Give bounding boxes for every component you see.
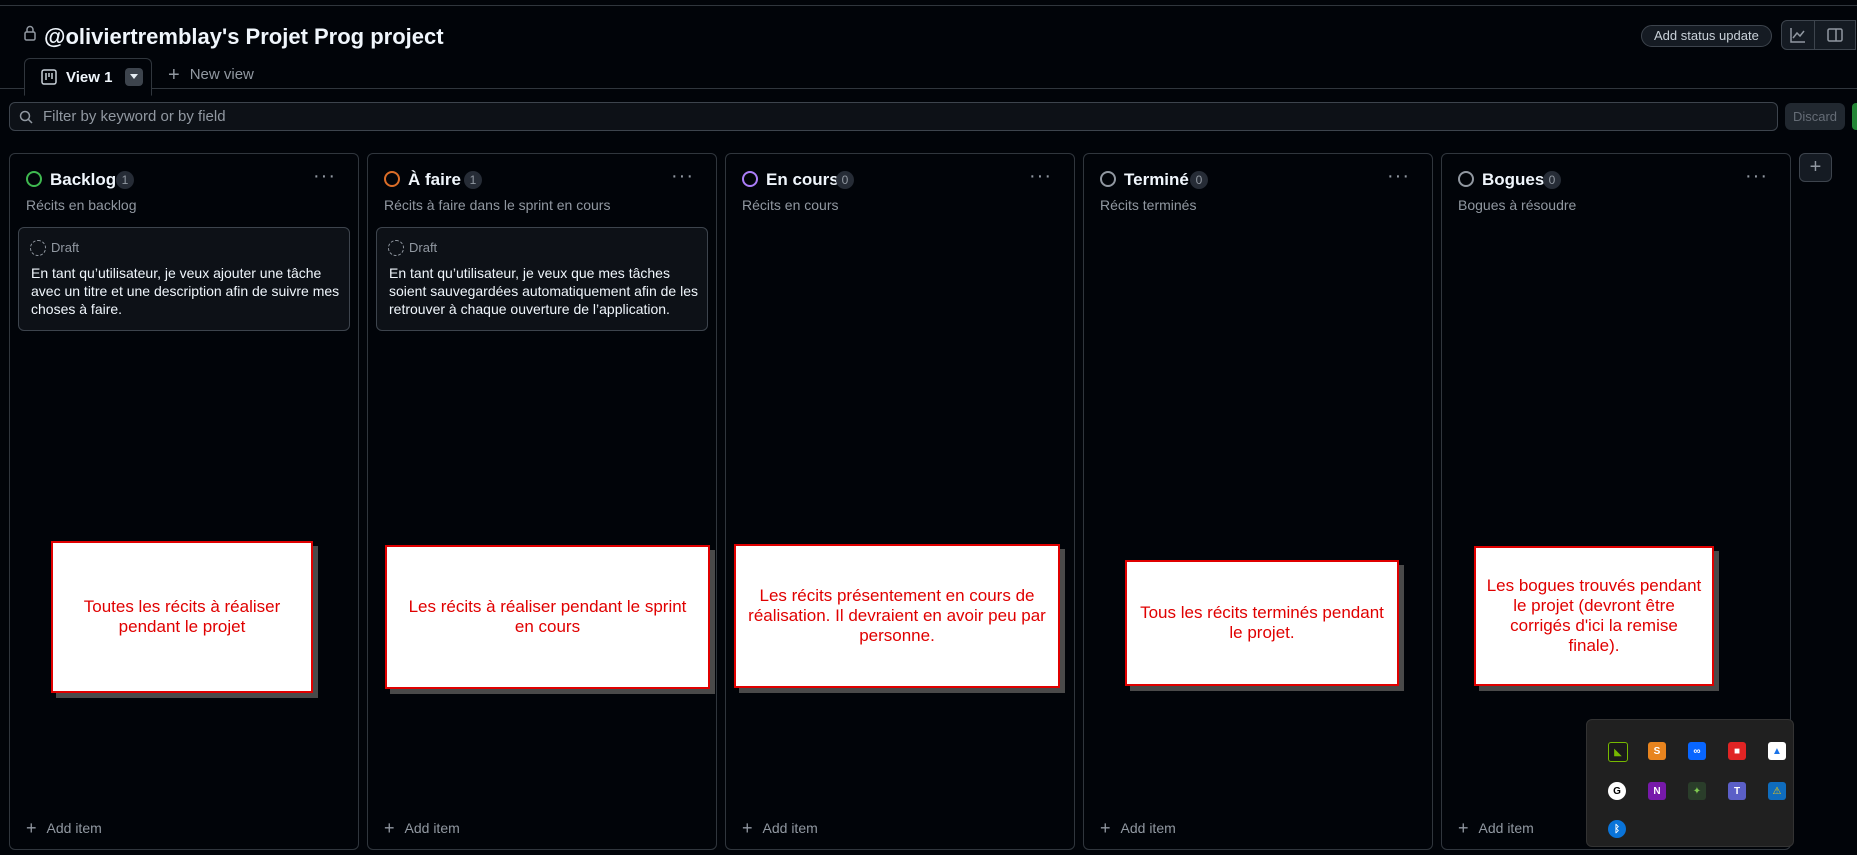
bluetooth-icon[interactable]: ᛒ [1608, 820, 1626, 838]
status-circle-icon [26, 171, 42, 187]
add-status-update-button[interactable]: Add status update [1641, 25, 1772, 47]
add-item-label: Add item [46, 820, 102, 836]
game-icon[interactable]: ✦ [1688, 782, 1706, 800]
column-menu-icon[interactable]: ··· [1029, 165, 1052, 188]
status-circle-icon [742, 171, 758, 187]
meta-icon[interactable]: ∞ [1688, 742, 1706, 760]
new-view-button[interactable]: + New view [168, 63, 254, 86]
project-header: @oliviertremblay's Projet Prog project A… [0, 6, 1857, 96]
annotation-note: Toutes les récits à réaliser pendant le … [51, 541, 313, 693]
add-item-button[interactable]: + Add item [26, 818, 102, 838]
drive-icon[interactable]: ▲ [1768, 742, 1786, 760]
status-circle-icon [384, 171, 400, 187]
draft-card[interactable]: Draft En tant qu’utilisateur, je veux qu… [376, 227, 708, 331]
plus-icon: + [168, 63, 180, 86]
add-item-label: Add item [404, 820, 460, 836]
sublime-icon[interactable]: S [1648, 742, 1666, 760]
tab-label: View 1 [66, 68, 113, 86]
column-description: Récits en cours [742, 197, 839, 213]
column-count: 1 [116, 171, 134, 189]
defender-icon[interactable]: ⚠ [1768, 782, 1786, 800]
logitech-icon[interactable]: G [1608, 782, 1626, 800]
add-item-button[interactable]: + Add item [742, 818, 818, 838]
new-view-label: New view [189, 66, 254, 83]
plus-icon: + [1458, 818, 1469, 838]
draft-label: Draft [409, 240, 438, 255]
add-item-label: Add item [1120, 820, 1176, 836]
column-title: Backlog [50, 170, 117, 189]
add-item-button[interactable]: + Add item [1100, 818, 1176, 838]
column-menu-icon[interactable]: ··· [671, 165, 694, 188]
annotation-note: Les bogues trouvés pendant le projet (de… [1474, 546, 1714, 686]
draft-label: Draft [51, 240, 80, 255]
column-description: Bogues à résoudre [1458, 197, 1577, 213]
stop-icon[interactable]: ■ [1728, 742, 1746, 760]
sidebar-icon [1827, 28, 1843, 42]
column-description: Récits en backlog [26, 197, 137, 213]
add-item-label: Add item [762, 820, 818, 836]
status-circle-icon [1458, 171, 1474, 187]
teams-icon[interactable]: T [1728, 782, 1746, 800]
column-menu-icon[interactable]: ··· [1387, 165, 1410, 188]
status-circle-icon [1100, 171, 1116, 187]
plus-icon: + [384, 818, 395, 838]
project-title[interactable]: @oliviertremblay's Projet Prog project [44, 24, 444, 50]
column-count: 0 [1543, 171, 1561, 189]
card-text[interactable]: En tant qu’utilisateur, je veux que mes … [389, 264, 699, 318]
add-item-button[interactable]: + Add item [384, 818, 460, 838]
graph-icon [1790, 28, 1805, 43]
column-termine: Terminé 0 ··· Récits terminés + Add item [1083, 153, 1433, 850]
column-title: Terminé [1124, 170, 1189, 189]
nvidia-icon[interactable]: ◣ [1608, 742, 1628, 762]
annotation-note: Les récits présentement en cours de réal… [734, 544, 1060, 688]
column-description: Récits à faire dans le sprint en cours [384, 197, 611, 213]
filter-bar [9, 102, 1778, 131]
column-title: En cours [766, 170, 839, 189]
insights-button[interactable] [1781, 20, 1815, 50]
column-count: 1 [464, 171, 482, 189]
column-title: À faire [408, 170, 461, 189]
draft-icon [388, 240, 404, 256]
discard-button[interactable]: Discard [1785, 103, 1845, 130]
add-item-label: Add item [1478, 820, 1534, 836]
annotation-note: Tous les récits terminés pendant le proj… [1125, 560, 1399, 686]
column-count: 0 [1190, 171, 1208, 189]
draft-icon [30, 240, 46, 256]
add-column-button[interactable]: + [1799, 153, 1832, 182]
plus-icon: + [26, 818, 37, 838]
column-description: Récits terminés [1100, 197, 1197, 213]
lock-icon [24, 25, 36, 41]
tab-view-1[interactable]: View 1 [24, 58, 152, 96]
annotation-note: Les récits à réaliser pendant le sprint … [385, 545, 710, 689]
column-menu-icon[interactable]: ··· [313, 165, 336, 188]
plus-icon: + [1100, 818, 1111, 838]
save-button[interactable] [1852, 103, 1857, 130]
column-count: 0 [836, 171, 854, 189]
system-tray-overflow: ◣ S ∞ ■ ▲ G N ✦ T ⚠ ᛒ [1586, 719, 1794, 847]
side-panel-button[interactable] [1814, 20, 1856, 50]
draft-card[interactable]: Draft En tant qu’utilisateur, je veux aj… [18, 227, 350, 331]
filter-input[interactable] [41, 107, 1745, 126]
board-icon [41, 69, 57, 85]
column-backlog: Backlog 1 ··· Récits en backlog Draft En… [9, 153, 359, 850]
column-a-faire: À faire 1 ··· Récits à faire dans le spr… [367, 153, 717, 850]
column-menu-icon[interactable]: ··· [1745, 165, 1768, 188]
triangle-down-icon [130, 74, 139, 79]
onenote-icon[interactable]: N [1648, 782, 1666, 800]
add-item-button[interactable]: + Add item [1458, 818, 1534, 838]
column-title: Bogues [1482, 170, 1545, 189]
search-icon [19, 110, 33, 124]
plus-icon: + [1809, 156, 1822, 178]
plus-icon: + [742, 818, 753, 838]
column-en-cours: En cours 0 ··· Récits en cours + Add ite… [725, 153, 1075, 850]
view-options-button[interactable] [125, 68, 144, 86]
card-text[interactable]: En tant qu’utilisateur, je veux ajouter … [31, 264, 341, 318]
